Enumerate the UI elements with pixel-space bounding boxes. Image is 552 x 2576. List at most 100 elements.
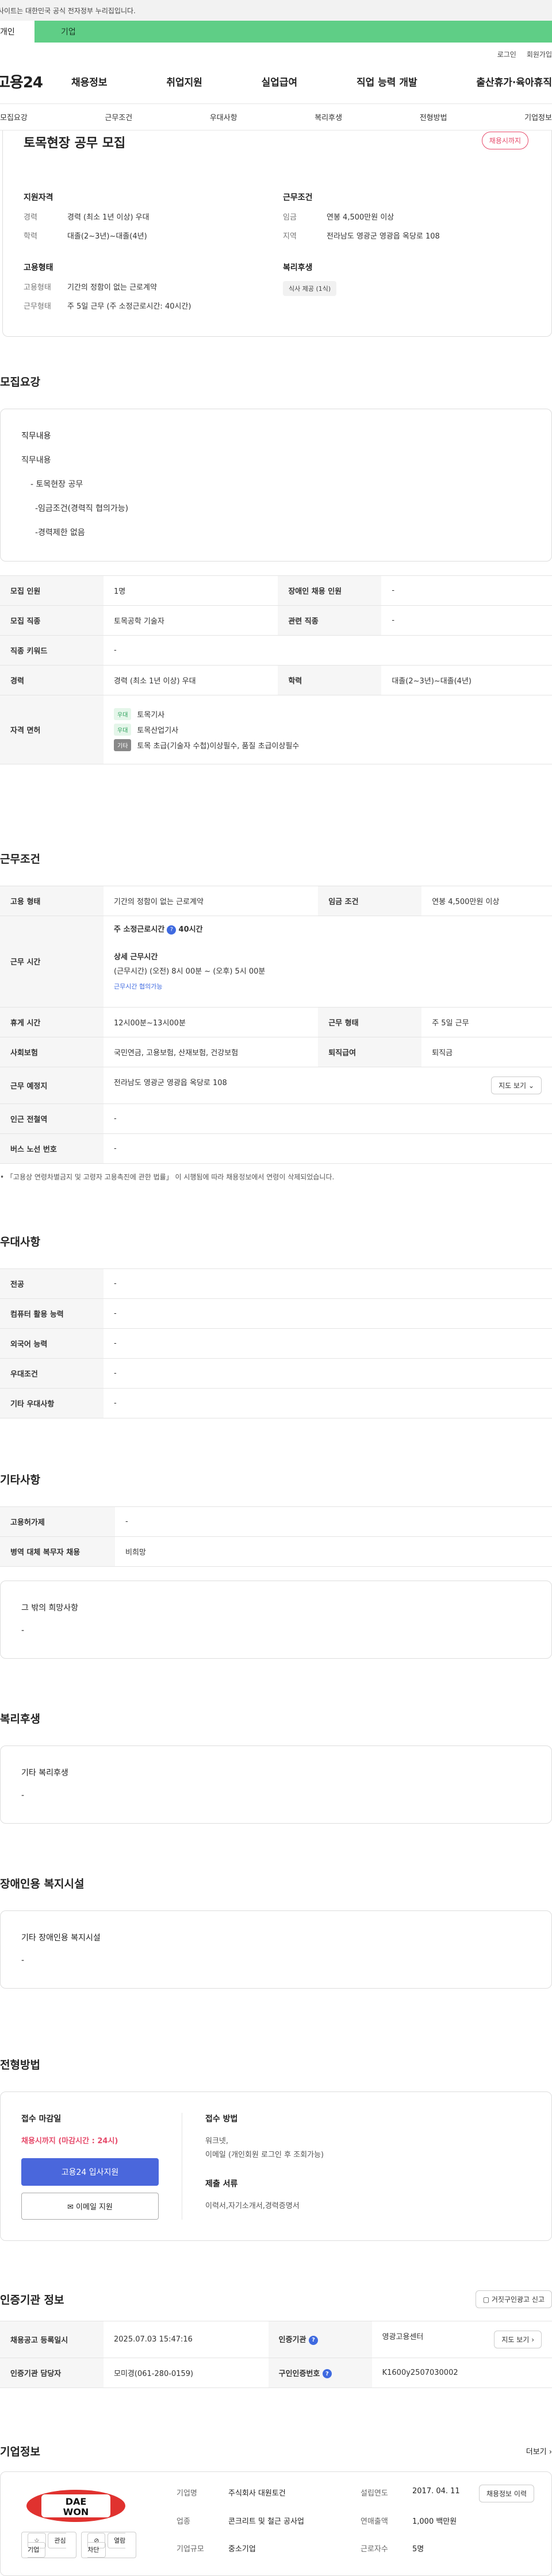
- tab-company[interactable]: 기업: [34, 21, 552, 43]
- cert-no-label: 구인인증번호 ?: [268, 2357, 372, 2388]
- edu-value: 대졸(2~3년)~대졸(4년): [67, 232, 147, 241]
- favorite-company-button[interactable]: ☆ 관심기업: [21, 2532, 77, 2558]
- method-block: 접수 방법 워크넷, 이메일 (개인회원 로그인 후 조회가능) 제출 서류 이…: [205, 2113, 531, 2220]
- area-value: 전라남도 영광군 영광읍 옥당로 108: [327, 232, 440, 241]
- agency-map-label: 지도 보기: [501, 2335, 530, 2344]
- company-name-value: 주식회사 대원토건: [228, 2489, 286, 2498]
- military-label: 병역 대체 복무자 채용: [0, 1536, 115, 1567]
- cert-section-title: 인증기관 정보: [0, 2293, 64, 2306]
- welfare-value: -: [21, 1790, 25, 1800]
- founded-label: 설립연도: [361, 2489, 388, 2498]
- career-value: 경력 (최소 1년 이상) 우대: [67, 213, 150, 222]
- login-link[interactable]: 로그인: [497, 49, 516, 59]
- workplace-address: 전라남도 영광군 영광읍 옥당로 108: [114, 1078, 227, 1087]
- military-value: 비희망: [115, 1536, 552, 1567]
- company-card: DAE WON ☆ 관심기업 ⊘ 열람차단 기업명 주식회사 대원토건 설립연도…: [0, 2471, 552, 2576]
- manager-value: 모미경(061-280-0159): [103, 2357, 269, 2388]
- company-section-title: 기업정보: [0, 2446, 40, 2458]
- subnav-work[interactable]: 근무조건: [105, 112, 132, 122]
- rest-value: 12시00분~13시00분: [103, 1006, 319, 1037]
- company-logo-area: DAE WON ☆ 관심기업 ⊘ 열람차단: [21, 2487, 136, 2558]
- subnav-prefer[interactable]: 우대사항: [210, 112, 237, 122]
- license-name: 토목기사: [137, 711, 165, 720]
- subnav-recruit[interactable]: 모집요강: [0, 112, 28, 122]
- gnb-item-training[interactable]: 직업 능력 개발: [356, 74, 417, 89]
- company-more-link[interactable]: 더보기 ›: [526, 2446, 552, 2456]
- map-button-label: 지도 보기: [499, 1081, 527, 1090]
- license-tag: 기타: [114, 739, 132, 751]
- method-value-1: 워크넷,: [205, 2136, 229, 2146]
- station-value: -: [103, 1103, 552, 1134]
- recruit-table: 모집 인원 1명 장애인 채용 인원 - 모집 직종 토목공학 기술자 관련 직…: [0, 575, 552, 764]
- detail-hours-title: 상세 근무시간: [114, 952, 158, 962]
- emp-type-label: 고용형태: [24, 283, 51, 292]
- agency-map-button[interactable]: 지도 보기 ›: [494, 2330, 542, 2348]
- reg-date-value: 2025.07.03 15:47:16: [103, 2320, 269, 2358]
- detail-hours-value: (근무시간) (오전) 8시 00분 ~ (오후) 5시 00분: [114, 967, 266, 976]
- cert-no-value: K1600y2507030002: [371, 2357, 552, 2388]
- site-logo[interactable]: 고용24: [0, 71, 71, 92]
- apply-button[interactable]: 고용24 입사지원: [21, 2158, 159, 2186]
- permit-label: 고용허가제: [0, 1506, 115, 1537]
- subnav-company[interactable]: 기업정보: [524, 112, 552, 122]
- work-section-title: 근무조건: [0, 853, 40, 866]
- employment-block: 고용형태 고용형태 기간의 정함이 없는 근로계약 근무형태 주 5일 근무 (주 …: [24, 262, 271, 319]
- job-type-value: 토목공학 기술자: [103, 605, 278, 636]
- info-icon[interactable]: ?: [167, 925, 177, 935]
- edu-row-label: 학력: [278, 665, 382, 695]
- deadline-block: 접수 마감일 채용시까지 (마감시간 : 24시) 고용24 입사지원 ✉ 이메…: [21, 2112, 182, 2220]
- wage-cond-value: 연봉 4,500만원 이상: [421, 886, 552, 916]
- duty-line: -경력제한 없음: [35, 528, 85, 537]
- benefit-title: 복리후생: [283, 263, 313, 272]
- deadline-badge: 채용시까지: [481, 132, 528, 149]
- report-button[interactable]: ▢ 거짓구인광고 신고: [475, 2290, 552, 2308]
- subnav-welfare[interactable]: 복리후생: [315, 112, 342, 122]
- hours-negotiable-link[interactable]: 근무시간 협의가능: [114, 983, 162, 990]
- retire-value: 퇴직금: [421, 1036, 552, 1067]
- career-row-value: 경력 (최소 1년 이상) 우대: [103, 665, 278, 695]
- age-note-text: 「고용상 연령차별금지 및 고령자 고용촉진에 관한 법률」 이 시행됨에 따라…: [6, 1172, 335, 1181]
- info-icon[interactable]: ?: [322, 2369, 332, 2378]
- report-icon: ▢: [482, 2295, 490, 2304]
- sales-value: 1,000 백만원: [412, 2517, 457, 2526]
- computer-value: -: [103, 1298, 552, 1329]
- wage-value: 연봉 4,500만원 이상: [327, 213, 394, 222]
- global-nav: 고용24 채용정보 취업지원 실업급여 직업 능력 개발 출산휴가·육아휴직: [0, 59, 552, 104]
- reg-date-label: 채용공고 등록일시: [0, 2320, 103, 2358]
- email-apply-button[interactable]: ✉ 이메일 지원: [21, 2192, 159, 2220]
- gnb-item-leave[interactable]: 출산휴가·육아휴직: [476, 74, 552, 89]
- shift-label: 근무 형태: [318, 1006, 422, 1037]
- docs-value: 이력서,자기소개서,경력증명서: [205, 2201, 300, 2210]
- disabled-count-value: -: [381, 575, 552, 606]
- company-logo-text-2: WON: [63, 2506, 89, 2517]
- job-summary-card: 토목현장 공무 모집 채용시까지 지원자격 경력 경력 (최소 1년 이상) 우대…: [2, 130, 552, 337]
- license-name: 토목산업기사: [137, 726, 179, 735]
- prefer-cond-value: -: [103, 1358, 552, 1389]
- agency-value: 영광고용센터 지도 보기 ›: [371, 2320, 552, 2358]
- gnb-item-unemployment[interactable]: 실업급여: [262, 74, 298, 89]
- station-label: 인근 전철역: [0, 1103, 103, 1134]
- section-subnav: 모집요강 근무조건 우대사항 복리후생 전형방법 기업정보: [0, 104, 552, 130]
- tab-personal[interactable]: 개인: [0, 21, 34, 43]
- map-button[interactable]: 지도 보기 ⌄: [491, 1076, 542, 1094]
- workplace-label: 근무 예정지: [0, 1066, 103, 1104]
- permit-value: -: [115, 1506, 552, 1537]
- subnav-selection[interactable]: 전형방법: [420, 112, 447, 122]
- work-time-label: 근무 시간: [0, 916, 103, 1008]
- license-list: 우대 토목기사 우대 토목산업기사 기타 토목 초급(기술자 수첩)이상필수, 품질 …: [103, 695, 552, 764]
- info-icon[interactable]: ?: [308, 2335, 318, 2345]
- weekly-hours-value: 40시간: [178, 925, 203, 934]
- job-type-label: 모집 직종: [0, 605, 103, 636]
- company-logo-text-1: DAE: [66, 2496, 87, 2507]
- join-link[interactable]: 회원가입: [527, 49, 552, 59]
- gnb-item-support[interactable]: 취업지원: [166, 74, 202, 89]
- disability-box: 기타 장애인용 복지시설 -: [0, 1910, 552, 1989]
- history-button[interactable]: 채용정보 이력: [478, 2485, 534, 2502]
- apply-card: 접수 마감일 채용시까지 (마감시간 : 24시) 고용24 입사지원 ✉ 이메…: [0, 2091, 552, 2241]
- top-tabs: 개인 기업: [0, 21, 552, 43]
- gnb-item-jobs[interactable]: 채용정보: [71, 74, 108, 89]
- block-company-button[interactable]: ⊘ 열람차단: [81, 2532, 136, 2558]
- industry-label: 업종: [177, 2517, 190, 2526]
- company-info-grid: 기업명 주식회사 대원토건 설립연도 2017. 04. 11 업종 콘크리트 …: [177, 2487, 516, 2558]
- major-label: 전공: [0, 1268, 103, 1299]
